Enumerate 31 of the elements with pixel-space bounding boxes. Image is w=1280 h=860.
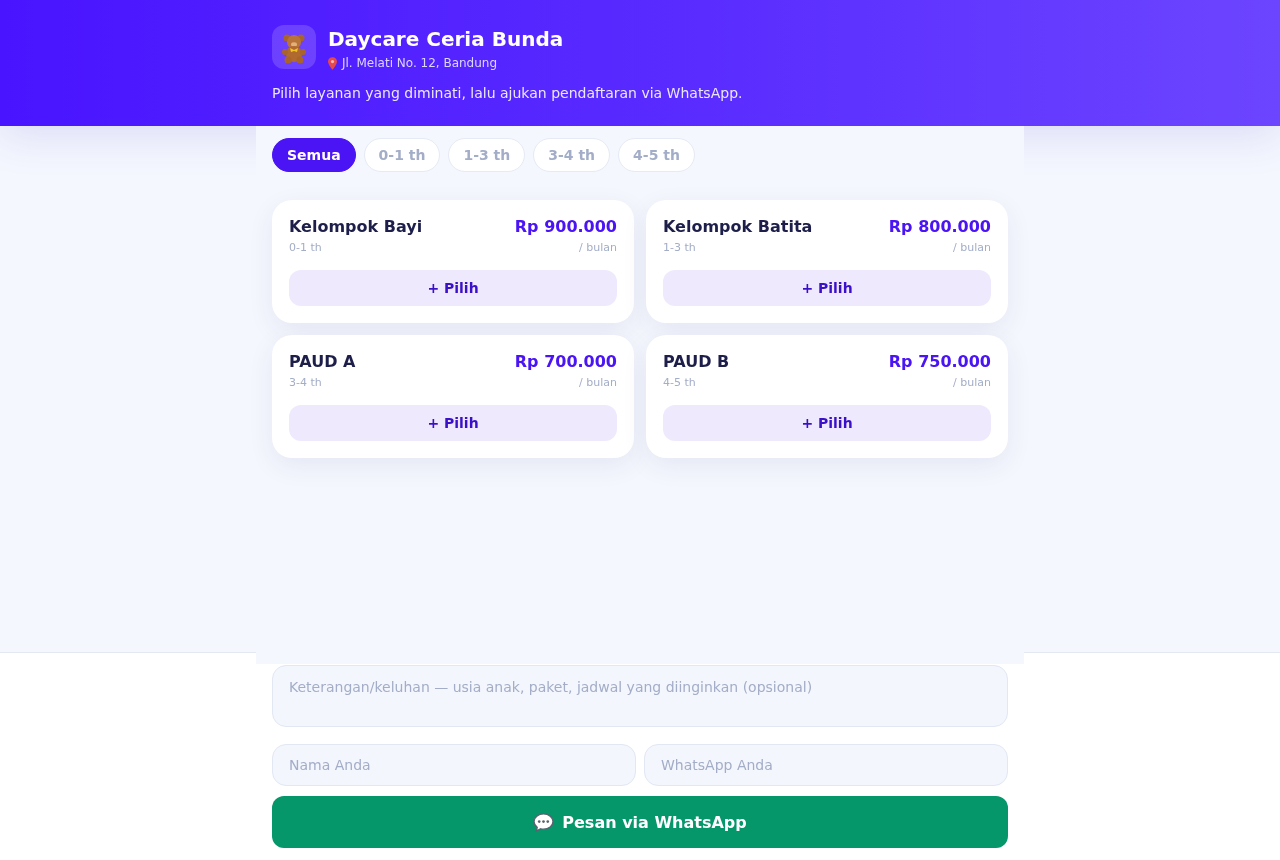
service-price: Rp 750.000 [888,352,991,372]
map-pin-icon [328,57,337,70]
select-button[interactable]: + Pilih [289,270,617,306]
service-name: PAUD A [289,352,356,372]
service-price: Rp 900.000 [514,217,617,237]
select-button[interactable]: + Pilih [663,270,991,306]
select-button[interactable]: + Pilih [663,405,991,441]
select-button[interactable]: + Pilih [289,405,617,441]
daycare-title: Daycare Ceria Bunda [328,27,564,51]
price-period: / bulan [579,376,617,390]
age-range: 4-5 th [663,376,697,390]
teddy-bear-icon [272,25,316,69]
speech-bubble-icon [533,812,555,832]
service-name: Kelompok Batita [663,217,813,237]
intro-text: Pilih layanan yang diminati, lalu ajukan pendaftaran via WhatsApp. [272,84,744,102]
age-range: 1-3 th [663,241,697,255]
price-period: / bulan [579,241,617,255]
notes-field[interactable]: Keterangan/keluhan — usia anak, paket, jadwal yang diinginkan (opsional) [272,665,1008,727]
age-range: 0-1 th [289,241,323,255]
service-price: Rp 700.000 [514,352,617,372]
name-field[interactable]: Nama Anda [272,744,636,786]
age-filter-chip[interactable]: Semua [272,138,356,172]
price-period: / bulan [953,241,991,255]
address-text: Jl. Melati No. 12, Bandung [342,56,498,71]
age-range: 3-4 th [289,376,323,390]
service-name: PAUD B [663,352,730,372]
price-period: / bulan [953,376,991,390]
service-price: Rp 800.000 [888,217,991,237]
whatsapp-order-button[interactable]: Pesan via WhatsApp [272,796,1008,848]
whatsapp-field[interactable]: WhatsApp Anda [644,744,1008,786]
service-name: Kelompok Bayi [289,217,423,237]
